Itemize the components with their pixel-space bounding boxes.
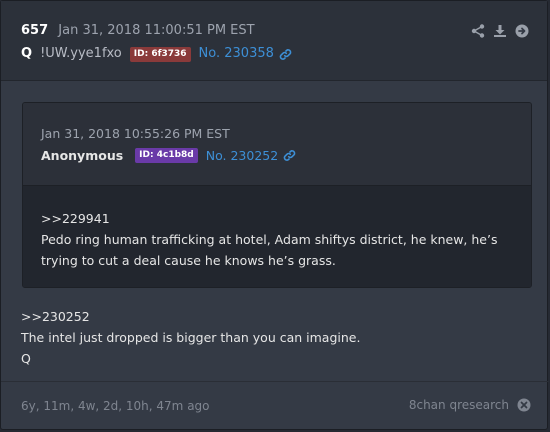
close-circle-icon[interactable] [517,398,531,412]
quoted-post: Jan 31, 2018 10:55:26 PM EST Anonymous I… [22,102,532,288]
post-author: Q [21,46,33,61]
link-icon[interactable] [283,149,296,162]
quoted-timestamp: Jan 31, 2018 10:55:26 PM EST [41,126,230,141]
post-number-link[interactable]: No. 230358 [199,45,274,63]
post-signature: Q [21,351,31,366]
post-text-line: The intel just dropped is bigger than yo… [21,330,361,345]
quoted-post-body: >>229941 Pedo ring human trafficking at … [23,186,531,287]
quoted-number-link[interactable]: No. 230252 [206,148,278,163]
post-body: >>230252 The intel just dropped is bigge… [21,306,360,369]
source-label: 8chan qresearch [408,398,509,412]
arrow-right-circle-icon[interactable] [515,23,529,38]
quoted-reference[interactable]: >>229941 [41,208,513,229]
post-source: 8chan qresearch [409,398,531,412]
post-age: 6y, 11m, 4w, 2d, 10h, 47m ago [21,399,210,413]
post-meta-line: 657 Jan 31, 2018 11:00:51 PM EST [21,23,255,39]
download-icon[interactable] [493,23,507,37]
quoted-text: Pedo ring human trafficking at hotel, Ad… [41,232,498,268]
post-author-line: Q !UW.yye1fxo ID: 6f3736 No. 230358 [21,45,292,63]
post-number: 657 [21,23,49,38]
link-icon[interactable] [279,48,292,61]
post-timestamp: Jan 31, 2018 11:00:51 PM EST [58,23,255,38]
quoted-id-badge: ID: 4c1b8d [135,148,198,163]
quoted-author: Anonymous [41,148,124,163]
post-tripcode: !UW.yye1fxo [40,46,122,61]
post-actions [471,23,529,38]
post-footer: 6y, 11m, 4w, 2d, 10h, 47m ago 8chan qres… [1,381,549,430]
share-icon[interactable] [471,23,485,38]
post-reference[interactable]: >>230252 [21,306,360,327]
quoted-author-line: Anonymous ID: 4c1b8d No. 230252 [41,148,296,163]
post-card: 657 Jan 31, 2018 11:00:51 PM EST Q !UW.y… [0,0,549,430]
quoted-post-header: Jan 31, 2018 10:55:26 PM EST Anonymous I… [23,103,531,186]
post-id-badge: ID: 6f3736 [129,46,191,62]
post-header: 657 Jan 31, 2018 11:00:51 PM EST Q !UW.y… [1,1,547,81]
